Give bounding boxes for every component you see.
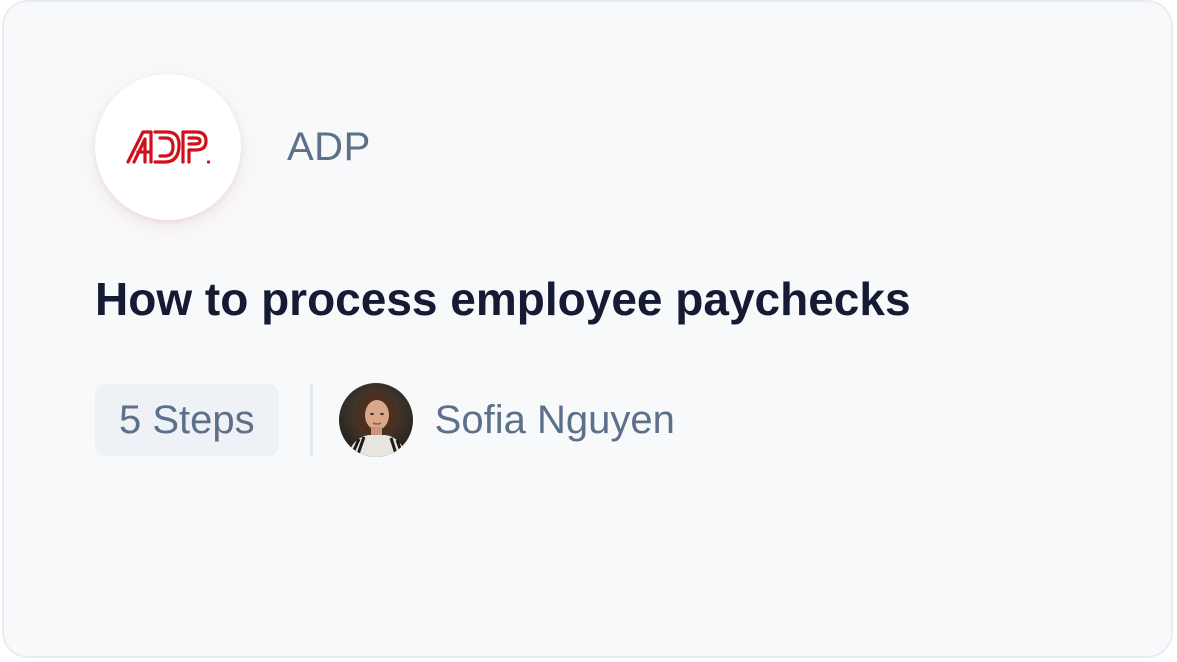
- guide-meta: 5 Steps Sofia Nguyen: [95, 383, 675, 457]
- company-header: ADP: [95, 74, 371, 220]
- steps-badge: 5 Steps: [95, 384, 279, 456]
- company-name: ADP: [287, 124, 371, 169]
- meta-divider: [309, 384, 313, 456]
- guide-title[interactable]: How to process employee paychecks: [95, 272, 911, 326]
- adp-logo-icon: [126, 130, 211, 164]
- author-name[interactable]: Sofia Nguyen: [435, 398, 675, 443]
- author-avatar: [338, 383, 413, 457]
- author-avatar-icon: [338, 383, 413, 457]
- steps-count: 5 Steps: [119, 397, 255, 442]
- company-logo: [95, 74, 241, 220]
- guide-card[interactable]: ADP How to process employee paychecks 5 …: [2, 0, 1173, 658]
